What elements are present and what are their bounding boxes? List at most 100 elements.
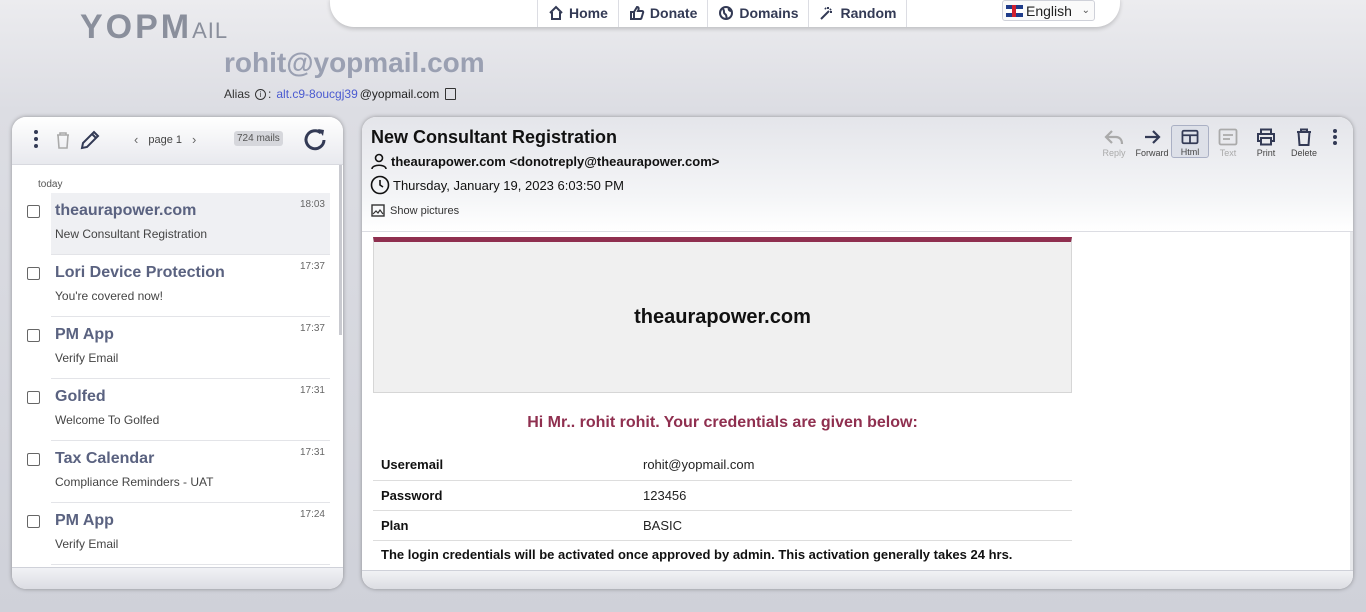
nav-home-label: Home xyxy=(569,4,608,21)
refresh-icon[interactable] xyxy=(301,126,329,154)
uk-flag-icon xyxy=(1006,4,1023,17)
top-navigation: Home Donate Domains Random English ⌄ xyxy=(330,0,1120,27)
delete-button[interactable]: Delete xyxy=(1285,125,1323,158)
logo-text-tail: AIL xyxy=(192,18,229,43)
reply-label: Reply xyxy=(1102,148,1126,158)
page-label: page 1 xyxy=(148,133,182,146)
mail-subject: You're covered now! xyxy=(55,289,163,303)
mail-checkbox[interactable] xyxy=(27,205,40,218)
alias-id: alt.c9-8oucgj39 xyxy=(276,87,358,101)
language-select[interactable]: English ⌄ xyxy=(1002,0,1095,21)
message-scrollbar[interactable] xyxy=(1350,232,1353,589)
message-header: New Consultant Registration theaurapower… xyxy=(362,117,1353,232)
mail-checkbox[interactable] xyxy=(27,329,40,342)
mail-time: 17:24 xyxy=(299,509,325,520)
credential-value: BASIC xyxy=(635,510,1072,541)
html-view-button[interactable]: Html xyxy=(1171,125,1209,158)
mail-subject: Verify Email xyxy=(55,537,119,551)
credential-value: 123456 xyxy=(635,480,1072,511)
delete-label: Delete xyxy=(1290,148,1317,158)
alias-label: Alias xyxy=(224,87,251,101)
nav-donate-label: Donate xyxy=(649,4,698,21)
chevron-down-icon: ⌄ xyxy=(1081,5,1090,16)
mail-from: PM App xyxy=(55,326,114,343)
reply-button[interactable]: Reply xyxy=(1095,125,1133,158)
text-label: Text xyxy=(1219,148,1237,158)
html-view-icon xyxy=(1181,129,1199,145)
nav-items: Home Donate Domains Random xyxy=(537,0,908,27)
alias-separator: : xyxy=(268,87,272,101)
mail-from: Golfed xyxy=(55,388,106,405)
info-icon[interactable]: i xyxy=(255,88,267,100)
more-options-icon[interactable] xyxy=(34,130,38,151)
print-button[interactable]: Print xyxy=(1247,125,1285,158)
alias-row: Alias i : alt.c9-8oucgj39 @yopmail.com xyxy=(224,87,457,101)
more-actions-icon[interactable] xyxy=(1323,125,1347,158)
nav-domains[interactable]: Domains xyxy=(707,0,808,27)
mail-subject: Verify Email xyxy=(55,351,119,365)
mail-checkbox[interactable] xyxy=(27,391,40,404)
mail-checkbox[interactable] xyxy=(27,453,40,466)
mail-item[interactable]: PM App Verify Email 17:24 xyxy=(12,503,332,565)
mail-item[interactable]: Lori Device Protection You're covered no… xyxy=(12,255,332,317)
credential-value: rohit@yopmail.com xyxy=(635,450,1072,481)
pagination: ‹ page 1 › xyxy=(134,132,196,147)
mail-list: theaurapower.com New Consultant Registra… xyxy=(12,193,332,565)
credential-key: Password xyxy=(373,480,635,511)
inbox-toolbar: ‹ page 1 › 724 mails xyxy=(12,117,343,165)
table-row: Plan BASIC xyxy=(373,510,1072,541)
text-view-icon xyxy=(1218,128,1238,146)
message-sender: theaurapower.com <donotreply@theaurapowe… xyxy=(370,152,719,170)
mail-time: 17:31 xyxy=(299,447,325,458)
message-body: theaurapower.com Hi Mr.. rohit rohit. Yo… xyxy=(362,232,1353,589)
clock-icon xyxy=(370,175,390,195)
mail-item[interactable]: Tax Calendar Compliance Reminders - UAT … xyxy=(12,441,332,503)
mail-time: 17:37 xyxy=(299,261,325,272)
message-date: Thursday, January 19, 2023 6:03:50 PM xyxy=(370,175,624,195)
message-footer xyxy=(362,570,1353,589)
image-icon xyxy=(371,204,385,217)
mail-item[interactable]: theaurapower.com New Consultant Registra… xyxy=(12,193,332,255)
inbox-scrollbar[interactable] xyxy=(339,165,342,335)
email-content: theaurapower.com Hi Mr.. rohit rohit. Yo… xyxy=(373,237,1072,562)
trash-icon[interactable] xyxy=(55,130,71,150)
mail-item-body[interactable]: theaurapower.com New Consultant Registra… xyxy=(51,193,330,255)
mail-item-body[interactable]: PM App Verify Email 17:37 xyxy=(51,317,330,379)
mail-checkbox[interactable] xyxy=(27,515,40,528)
thumbs-up-icon xyxy=(629,5,645,20)
nav-donate[interactable]: Donate xyxy=(617,0,707,27)
mail-from: Lori Device Protection xyxy=(55,264,225,281)
email-banner: theaurapower.com xyxy=(373,237,1072,393)
user-icon xyxy=(371,153,387,170)
mail-item-body[interactable]: Tax Calendar Compliance Reminders - UAT … xyxy=(51,441,330,503)
logo-text: YOPMAIL xyxy=(80,8,228,47)
mail-item-body[interactable]: Golfed Welcome To Golfed 17:31 xyxy=(51,379,330,441)
inbox-footer xyxy=(12,567,343,589)
sender-text: theaurapower.com <donotreply@theaurapowe… xyxy=(391,153,720,169)
copy-icon[interactable] xyxy=(445,88,457,100)
group-label-today: today xyxy=(38,179,63,190)
message-subject: New Consultant Registration xyxy=(371,127,618,147)
chevron-right-icon[interactable]: › xyxy=(192,132,196,147)
compose-pencil-icon[interactable] xyxy=(79,129,101,151)
mail-time: 17:31 xyxy=(299,385,325,396)
date-text: Thursday, January 19, 2023 6:03:50 PM xyxy=(393,177,625,193)
mail-count-badge: 724 mails xyxy=(234,131,283,146)
forward-button[interactable]: Forward xyxy=(1133,125,1171,158)
language-value: English xyxy=(1026,2,1072,19)
magic-wand-icon xyxy=(820,6,833,20)
nav-random-label: Random xyxy=(840,4,897,21)
mail-item[interactable]: PM App Verify Email 17:37 xyxy=(12,317,332,379)
logo-text-main: YOPM xyxy=(80,8,193,46)
text-view-button[interactable]: Text xyxy=(1209,125,1247,158)
mail-checkbox[interactable] xyxy=(27,267,40,280)
nav-random[interactable]: Random xyxy=(808,0,908,27)
nav-home[interactable]: Home xyxy=(537,0,618,27)
chevron-left-icon[interactable]: ‹ xyxy=(134,132,138,147)
mail-subject: New Consultant Registration xyxy=(55,227,208,241)
mail-subject: Welcome To Golfed xyxy=(55,413,160,427)
mail-item[interactable]: Golfed Welcome To Golfed 17:31 xyxy=(12,379,332,441)
show-pictures-link[interactable]: Show pictures xyxy=(371,204,459,217)
mail-item-body[interactable]: Lori Device Protection You're covered no… xyxy=(51,255,330,317)
mail-item-body[interactable]: PM App Verify Email 17:24 xyxy=(51,503,330,565)
